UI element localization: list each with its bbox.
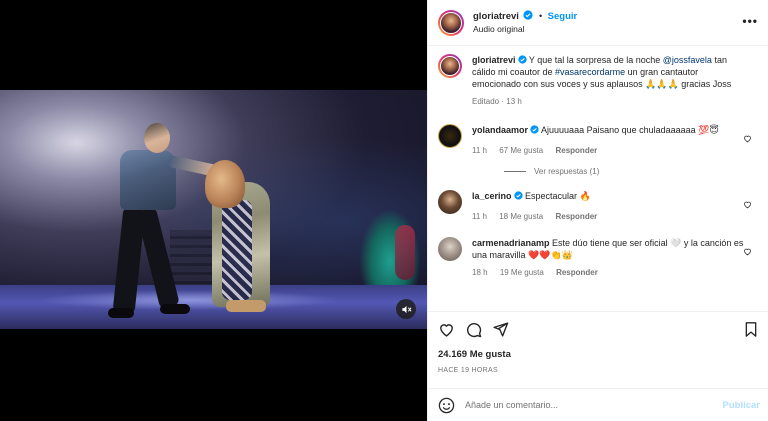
caption: gloriatrevi Y que tal la sorpresa de la … [438,54,758,108]
comment-bubble-icon[interactable] [465,321,482,338]
performer-man-jacket [120,150,176,210]
post-side-panel: gloriatrevi • Seguir Audio original ••• … [427,0,768,421]
avatar[interactable] [438,9,464,36]
comment-time: 11 h [472,146,487,155]
comment-item: carmenadrianamp Este dúo tiene que ser o… [438,237,758,279]
reply-button[interactable]: Responder [555,146,597,155]
caption-username[interactable]: gloriatrevi [472,55,516,65]
post-time-ago: HACE 19 HORAS [438,367,498,374]
comment-text: Espectacular 🔥 [522,191,591,201]
comment-username[interactable]: la_cerino [472,191,512,201]
comment-likes[interactable]: 19 Me gusta [500,268,544,277]
mention-link[interactable]: @jossfavela [663,55,712,65]
comment-text: Ajuuuuaaa Paisano que chuladaaaaaa 💯😇 [539,125,719,135]
comment-likes[interactable]: 67 Me gusta [499,146,543,155]
likes-count[interactable]: 24.169 Me gusta [438,349,511,360]
verified-badge-icon [513,191,523,200]
caption-text: Y que tal la sorpresa de la noche [526,55,663,65]
comments-list[interactable]: gloriatrevi Y que tal la sorpresa de la … [428,46,768,311]
performer-woman-feet [226,300,266,312]
like-comment-heart-icon[interactable] [743,200,752,209]
author-username[interactable]: gloriatrevi [473,11,519,22]
caption-edited: Editado · 13 h [472,97,522,106]
post-header: gloriatrevi • Seguir Audio original ••• [428,0,768,46]
performer-woman-dress [222,200,252,300]
comment-username[interactable]: carmenadrianamp [472,238,550,248]
performer-man-head [144,123,170,153]
add-comment-bar: Publicar [428,388,768,421]
comment-time: 11 h [472,212,487,221]
avatar[interactable] [438,124,462,148]
comment-item: yolandaamor Ajuuuuaaa Paisano que chulad… [438,124,758,157]
avatar[interactable] [438,54,462,78]
like-comment-heart-icon[interactable] [743,247,752,256]
reply-button[interactable]: Responder [555,212,597,221]
mute-button[interactable] [396,299,416,319]
bookmark-icon[interactable] [743,321,759,338]
verified-badge-icon [523,9,534,20]
emoji-icon[interactable] [438,397,455,414]
avatar[interactable] [438,190,462,214]
comment-likes[interactable]: 18 Me gusta [499,212,543,221]
audio-label[interactable]: Audio original [473,23,577,36]
media-panel [0,0,427,421]
reply-button[interactable]: Responder [556,268,598,277]
video-player[interactable] [0,90,427,329]
performer-man-shoe [160,304,190,314]
more-options-icon[interactable]: ••• [742,14,758,28]
share-send-icon[interactable] [492,321,509,338]
comment-item: la_cerino Espectacular 🔥 11 h 18 Me gust… [438,190,758,223]
verified-badge-icon [517,55,527,64]
publish-button[interactable]: Publicar [723,400,761,411]
speaker-muted-icon [401,305,411,313]
performer-woman-hair [205,160,245,208]
comment-time: 18 h [472,268,488,277]
comment-input[interactable] [465,400,705,410]
heart-icon[interactable] [438,321,455,338]
follow-button[interactable]: Seguir [548,11,578,22]
stage-prop-red [395,225,415,280]
comment-username[interactable]: yolandaamor [472,125,528,135]
verified-badge-icon [530,125,539,134]
performer-man-shoe [108,308,134,318]
like-comment-heart-icon[interactable] [743,134,752,143]
hashtag-link[interactable]: #vasarecordarme [555,67,625,77]
separator-dot: • [538,10,543,21]
post-actions-bar [428,311,768,351]
avatar[interactable] [438,237,462,261]
view-replies-label: Ver respuestas (1) [534,167,600,176]
replies-divider [504,171,526,172]
view-replies-button[interactable]: Ver respuestas (1) [504,167,758,176]
stage-glow [40,290,340,310]
